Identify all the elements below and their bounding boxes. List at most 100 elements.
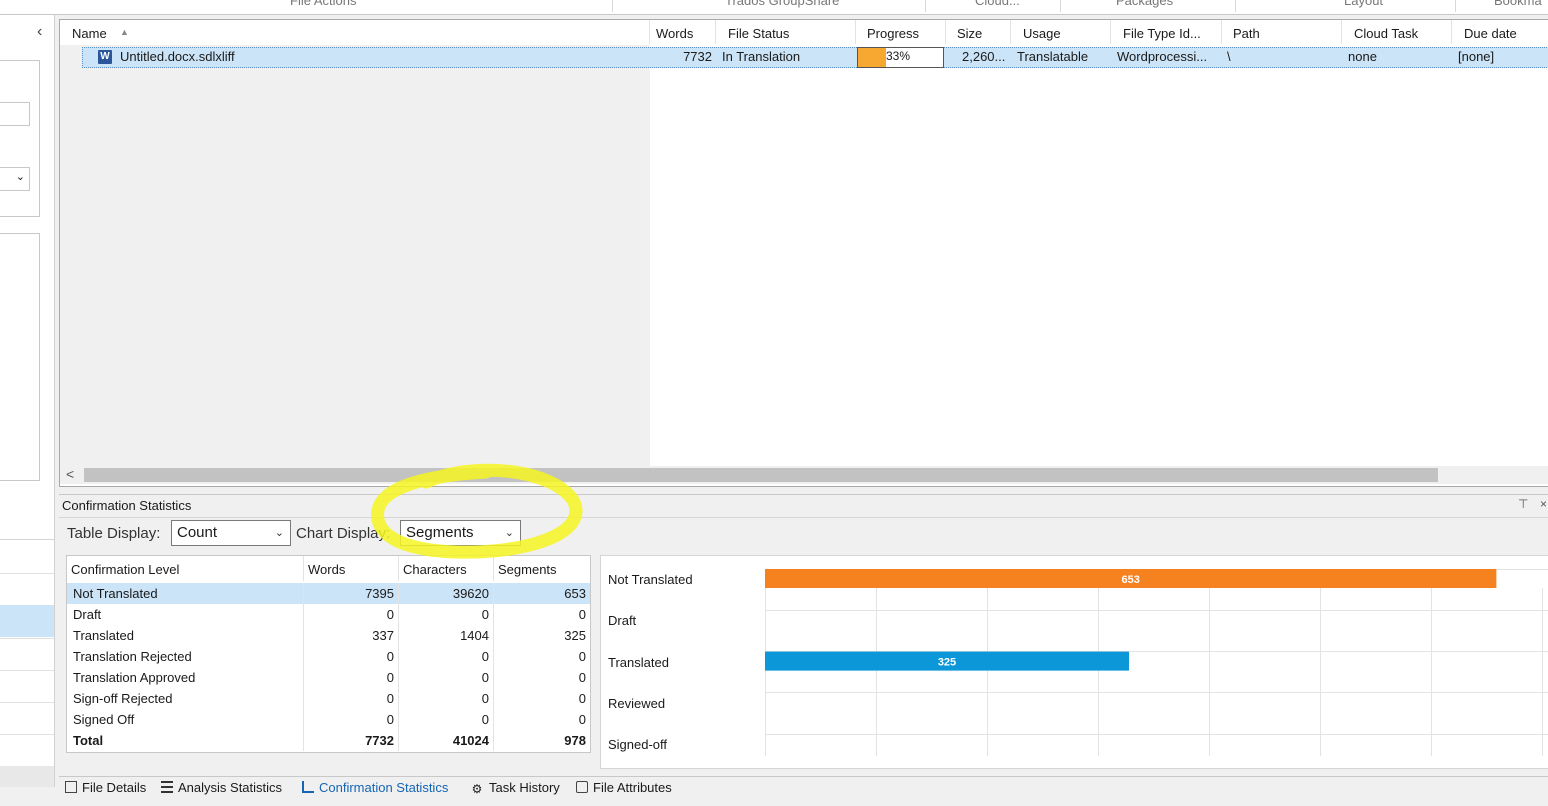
column-header-usage[interactable]: Usage [1017, 20, 1111, 44]
column-header-progress[interactable]: Progress [861, 20, 946, 44]
highlight-stroke [371, 463, 583, 559]
ribbon-group-layout: Layout [1344, 0, 1384, 8]
row-label: Translation Approved [67, 667, 304, 688]
nav-item-selected[interactable] [0, 605, 54, 637]
row-characters: 0 [399, 709, 494, 730]
table-row[interactable]: Translation Rejected 0 0 0 [67, 646, 590, 667]
confirmation-statistics-table: Confirmation Level Words Characters Segm… [66, 555, 591, 753]
column-header-words[interactable]: Words [650, 20, 716, 44]
nav-divider [0, 539, 54, 540]
row-characters: 0 [399, 646, 494, 667]
row-segments: 653 [564, 586, 586, 601]
chevron-down-icon: ⌄ [274, 527, 284, 539]
chart-category-label: Translated [608, 655, 669, 670]
filter-group-box [0, 60, 40, 217]
bottom-tab-strip: File Details Analysis Statistics Confirm… [59, 776, 1548, 802]
row-label: Signed Off [67, 709, 304, 730]
nav-divider [0, 702, 54, 703]
table-row[interactable]: Translated 337 1404 325 [67, 625, 590, 646]
panel-title: Confirmation Statistics [62, 498, 192, 513]
table-display-value: Count [177, 524, 218, 541]
tab-task-history[interactable]: ⚙ Task History [470, 780, 560, 795]
row-characters: 41024 [399, 730, 494, 751]
row-words: 0 [304, 688, 399, 709]
grid-empty-area [60, 20, 650, 466]
ribbon-group-packages: Packages [1116, 0, 1174, 8]
tab-analysis-statistics[interactable]: Analysis Statistics [161, 780, 282, 795]
collapse-pane-button[interactable]: ‹ [37, 23, 42, 41]
file-size: 2,260... [962, 49, 1006, 64]
row-characters: 0 [399, 604, 494, 625]
row-segments: 0 [578, 607, 586, 622]
word-document-icon: W [98, 50, 112, 64]
table-row[interactable]: Not Translated 7395 39620 653 [67, 583, 590, 604]
horizontal-scrollbar[interactable]: < [60, 466, 1548, 484]
file-type: Wordprocessi... [1117, 49, 1208, 64]
chart-data-label: 653 [1122, 574, 1140, 586]
column-header-file-type[interactable]: File Type Id... [1117, 20, 1222, 44]
column-header-cloud-task[interactable]: Cloud Task [1348, 20, 1452, 44]
chart-icon [302, 781, 314, 793]
nav-divider [0, 670, 54, 671]
chart-category-label: Draft [608, 613, 637, 628]
chart-plot-area: 653 325 [765, 569, 1548, 756]
tab-file-details[interactable]: File Details [65, 780, 146, 795]
ribbon-group-file-actions: File Actions [290, 0, 357, 8]
column-header-label: Name [72, 26, 107, 41]
row-characters: 39620 [399, 583, 494, 604]
row-label: Total [67, 730, 304, 751]
pin-icon[interactable]: ⊤ [1518, 497, 1528, 511]
table-display-dropdown[interactable]: Count ⌄ [171, 520, 291, 546]
file-words: 7732 [683, 49, 712, 64]
row-characters: 1404 [399, 625, 494, 646]
document-icon [65, 781, 77, 793]
scrollbar-thumb[interactable] [84, 468, 1438, 482]
row-label: Not Translated [67, 583, 304, 604]
table-row[interactable]: Signed Off 0 0 0 [67, 709, 590, 730]
row-words: 0 [304, 709, 399, 730]
tab-label: File Attributes [593, 780, 672, 795]
table-row[interactable]: Sign-off Rejected 0 0 0 [67, 688, 590, 709]
row-segments: 0 [578, 649, 586, 664]
tab-label: Analysis Statistics [178, 780, 283, 795]
nav-divider [0, 573, 54, 574]
filter-text-input[interactable] [0, 102, 30, 126]
column-header-due-date[interactable]: Due date [1458, 20, 1548, 44]
ribbon-group-cloud: Cloud... [975, 0, 1020, 8]
table-row-total[interactable]: Total 7732 41024 978 [67, 730, 590, 751]
close-icon[interactable]: × [1540, 497, 1547, 511]
filter-dropdown[interactable]: ⌄ [0, 167, 30, 191]
tab-file-attributes[interactable]: File Attributes [576, 780, 672, 795]
table-header-confirmation-level[interactable]: Confirmation Level [67, 556, 304, 581]
file-usage: Translatable [1017, 49, 1089, 64]
table-row[interactable]: Draft 0 0 0 [67, 604, 590, 625]
row-segments: 325 [564, 628, 586, 643]
ribbon-separator [1235, 0, 1236, 12]
progress-bar: 33% [857, 47, 944, 68]
column-header-name[interactable]: Name ▲ [66, 20, 650, 44]
row-words: 337 [304, 625, 399, 646]
row-words: 7732 [304, 730, 399, 751]
row-words: 0 [304, 646, 399, 667]
row-words: 0 [304, 604, 399, 625]
table-row[interactable]: Translation Approved 0 0 0 [67, 667, 590, 688]
gear-icon: ⚙ [471, 782, 483, 796]
nav-divider [0, 638, 54, 639]
row-label: Draft [67, 604, 304, 625]
column-header-path[interactable]: Path [1227, 20, 1342, 44]
column-header-size[interactable]: Size [951, 20, 1011, 44]
tab-confirmation-statistics[interactable]: Confirmation Statistics [302, 780, 448, 795]
ribbon-group-groupshare: Trados GroupShare [725, 0, 840, 8]
tab-strip-border [59, 776, 1548, 777]
chart-data-label: 325 [938, 657, 956, 669]
column-header-file-status[interactable]: File Status [722, 20, 856, 44]
row-label: Sign-off Rejected [67, 688, 304, 709]
row-segments: 0 [578, 691, 586, 706]
ribbon-separator [1455, 0, 1456, 12]
scroll-left-button[interactable]: < [66, 466, 74, 482]
ribbon-separator [925, 0, 926, 12]
row-characters: 0 [399, 667, 494, 688]
file-cloud-task: none [1348, 49, 1377, 64]
panel-divider [59, 517, 1548, 518]
nav-divider [0, 734, 54, 735]
